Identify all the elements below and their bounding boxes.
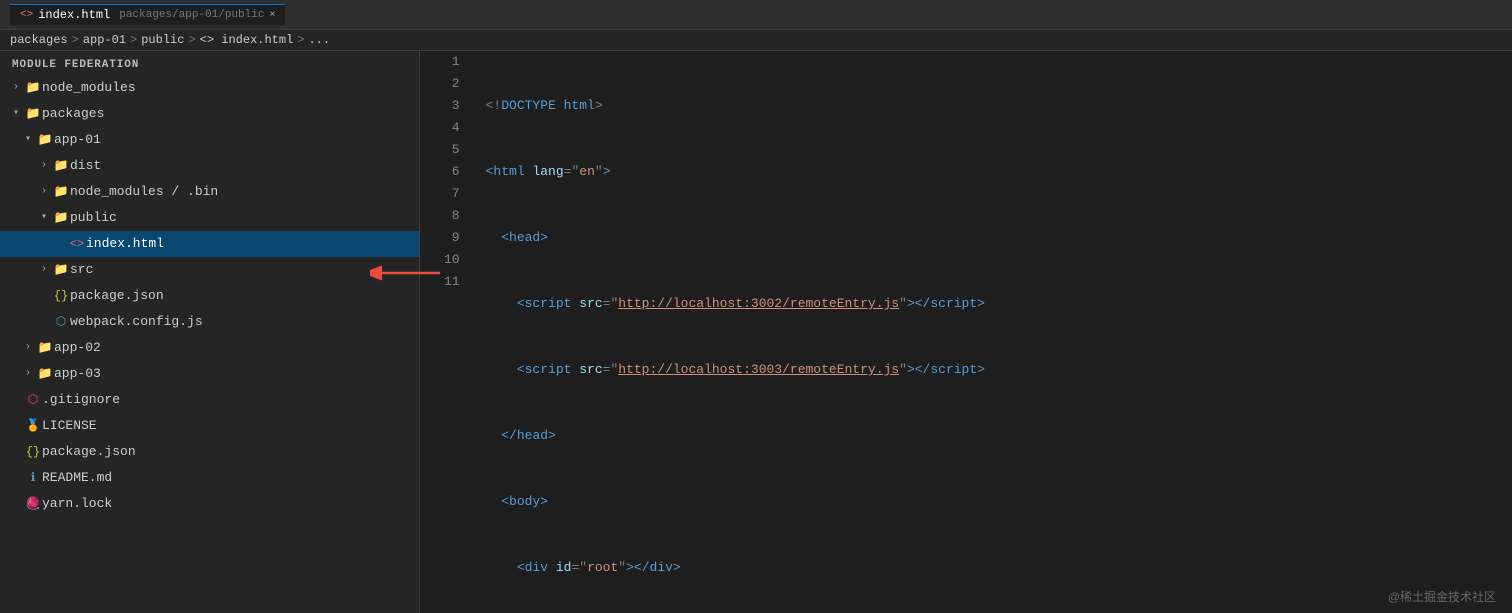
sidebar-item-readme[interactable]: ℹ README.md [0, 465, 419, 491]
folder-icon: 📁 [52, 181, 70, 203]
sidebar-item-gitignore[interactable]: ⬡ .gitignore [0, 387, 419, 413]
webpack-icon: ⬡ [52, 311, 70, 333]
sidebar-item-app03[interactable]: 📁 app-03 [0, 361, 419, 387]
code-line-6: </head> [486, 425, 1502, 447]
tree-item-label: index.html [86, 233, 419, 255]
sidebar-item-public[interactable]: 📁 public [0, 205, 419, 231]
sidebar-section-title: MODULE FEDERATION [0, 51, 419, 75]
folder-icon: 📁 [36, 337, 54, 359]
breadcrumb-sep-1: > [72, 33, 79, 47]
tree-item-label: app-03 [54, 363, 419, 385]
tab-path: packages/app-01/public [119, 9, 264, 21]
tree-item-label: package.json [70, 285, 419, 307]
tree-item-label: src [70, 259, 419, 281]
breadcrumb-sep-3: > [188, 33, 195, 47]
json-file-icon: {} [24, 441, 42, 463]
chevron-icon [20, 337, 36, 359]
sidebar-item-index-html[interactable]: <> index.html [0, 231, 419, 257]
breadcrumb-sep-2: > [130, 33, 137, 47]
tab-filename: index.html [38, 8, 110, 22]
code-line-1: <!DOCTYPE html> [486, 95, 1502, 117]
json-file-icon: {} [52, 285, 70, 307]
code-line-2: <html lang="en"> [486, 161, 1502, 183]
tab-bar: <> index.html packages/app-01/public × [0, 0, 1512, 30]
tree-item-label: dist [70, 155, 419, 177]
sidebar-item-webpack-config[interactable]: ⬡ webpack.config.js [0, 309, 419, 335]
git-icon: ⬡ [24, 389, 42, 411]
breadcrumb-ellipsis: ... [308, 33, 330, 47]
chevron-icon [36, 207, 52, 229]
chevron-icon [8, 77, 24, 99]
tree-item-label: package.json [42, 441, 419, 463]
folder-icon: 📁 [52, 259, 70, 281]
breadcrumb-indexhtml: <> index.html [200, 33, 294, 47]
code-line-8: <div id="root"></div> [486, 557, 1502, 579]
breadcrumb: packages > app-01 > public > <> index.ht… [0, 30, 1512, 51]
tree-item-label: node_modules [42, 77, 419, 99]
line-numbers: 1 2 3 4 5 6 7 8 9 10 11 [420, 51, 476, 613]
breadcrumb-sep-4: > [297, 33, 304, 47]
chevron-icon [20, 363, 36, 385]
tree-item-label: node_modules / .bin [70, 181, 419, 203]
chevron-icon [36, 155, 52, 177]
code-line-3: <head> [486, 227, 1502, 249]
tree-item-label: .gitignore [42, 389, 419, 411]
sidebar-item-dist[interactable]: 📁 dist [0, 153, 419, 179]
breadcrumb-packages: packages [10, 33, 68, 47]
chevron-icon [36, 259, 52, 281]
html-file-icon: <> [68, 233, 86, 255]
folder-icon: 📁 [52, 207, 70, 229]
tree-item-label: public [70, 207, 419, 229]
tree-item-label: webpack.config.js [70, 311, 419, 333]
tab-close-icon[interactable]: × [269, 10, 275, 21]
sidebar-item-app01[interactable]: 📁 app-01 [0, 127, 419, 153]
tree-item-label: packages [42, 103, 419, 125]
main-layout: MODULE FEDERATION 📁 node_modules 📁 packa… [0, 51, 1512, 613]
sidebar: MODULE FEDERATION 📁 node_modules 📁 packa… [0, 51, 420, 613]
watermark: @稀土掘金技术社区 [1388, 588, 1496, 605]
sidebar-item-app02[interactable]: 📁 app-02 [0, 335, 419, 361]
sidebar-item-src[interactable]: 📁 src [0, 257, 419, 283]
code-line-7: <body> [486, 491, 1502, 513]
sidebar-item-node-modules[interactable]: 📁 node_modules [0, 75, 419, 101]
active-tab[interactable]: <> index.html packages/app-01/public × [10, 4, 285, 25]
chevron-icon [8, 103, 24, 125]
tree-item-label: yarn.lock [42, 493, 419, 515]
yarn-icon: 🧶 [24, 493, 42, 515]
tree-item-label: README.md [42, 467, 419, 489]
tree-item-label: LICENSE [42, 415, 419, 437]
code-line-5: <script src="http://localhost:3003/remot… [486, 359, 1502, 381]
folder-icon: 📁 [36, 363, 54, 385]
breadcrumb-app01: app-01 [83, 33, 126, 47]
breadcrumb-public: public [141, 33, 184, 47]
license-icon: 🏅 [24, 415, 42, 437]
chevron-icon [36, 181, 52, 203]
code-line-4: <script src="http://localhost:3002/remot… [486, 293, 1502, 315]
code-editor[interactable]: <!DOCTYPE html> <html lang="en"> <head> … [476, 51, 1512, 613]
sidebar-item-packages[interactable]: 📁 packages [0, 101, 419, 127]
folder-icon: 📁 [24, 103, 42, 125]
sidebar-item-package-json-app01[interactable]: {} package.json [0, 283, 419, 309]
sidebar-item-package-json-root[interactable]: {} package.json [0, 439, 419, 465]
tree-item-label: app-01 [54, 129, 419, 151]
folder-icon: 📁 [24, 77, 42, 99]
tree-item-label: app-02 [54, 337, 419, 359]
folder-icon: 📁 [36, 129, 54, 151]
sidebar-item-node-modules-bin[interactable]: 📁 node_modules / .bin [0, 179, 419, 205]
editor-area[interactable]: 1 2 3 4 5 6 7 8 9 10 11 <!DOCTYPE html> … [420, 51, 1512, 613]
readme-icon: ℹ [24, 467, 42, 489]
html-file-icon: <> [20, 9, 33, 21]
folder-icon: 📁 [52, 155, 70, 177]
sidebar-item-yarn-lock[interactable]: 🧶 yarn.lock [0, 491, 419, 517]
sidebar-item-license[interactable]: 🏅 LICENSE [0, 413, 419, 439]
chevron-icon [20, 129, 36, 151]
